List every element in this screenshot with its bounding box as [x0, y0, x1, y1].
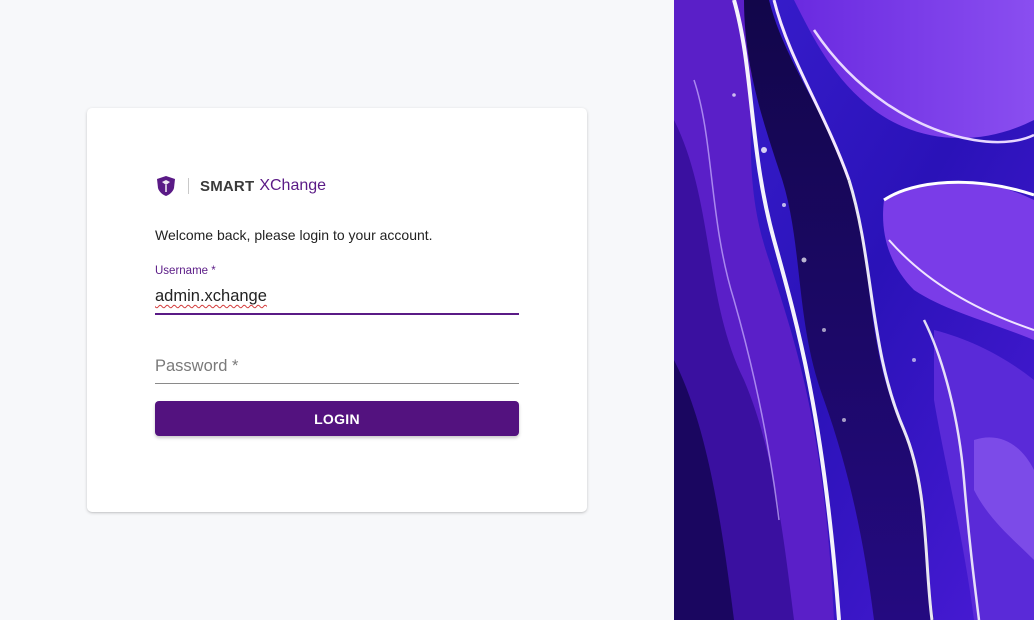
- left-pane: SMART XChange Welcome back, please login…: [0, 0, 674, 620]
- brand-divider: [188, 178, 189, 194]
- username-label: Username *: [155, 265, 216, 277]
- username-input[interactable]: admin.xchange: [155, 287, 267, 306]
- username-field[interactable]: Username * admin.xchange: [155, 265, 519, 315]
- brand-name-bold: SMART: [200, 177, 255, 195]
- password-underline: [155, 383, 519, 384]
- password-field[interactable]: Password *: [155, 348, 519, 384]
- username-underline: [155, 313, 519, 315]
- shield-icon: [155, 175, 177, 197]
- welcome-text: Welcome back, please login to your accou…: [155, 227, 433, 243]
- login-button[interactable]: LOGIN: [155, 401, 519, 436]
- login-card: SMART XChange Welcome back, please login…: [87, 108, 587, 512]
- login-page: SMART XChange Welcome back, please login…: [0, 0, 1034, 620]
- brand-logo: SMART XChange: [155, 174, 326, 198]
- brand-name-light: XChange: [259, 177, 327, 194]
- password-input[interactable]: Password *: [155, 357, 238, 376]
- background-image: [674, 0, 1034, 620]
